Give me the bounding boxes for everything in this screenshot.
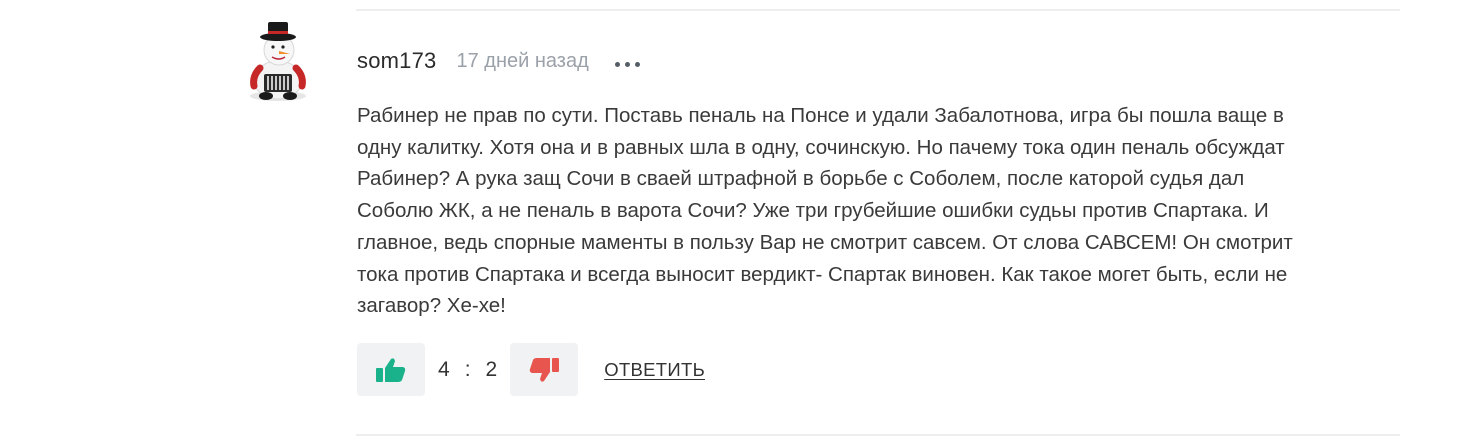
more-dots-icon [624,61,630,67]
dislikes-count: 2 [485,357,498,381]
more-dots-icon [614,61,620,67]
comment-text: Рабинер не прав по сути. Поставь пеналь … [357,104,1293,318]
divider-top [356,9,1400,11]
score-separator: : [464,357,471,381]
avatar[interactable] [238,20,318,102]
more-options-button[interactable] [614,43,640,79]
more-dots-icon [634,61,640,67]
thumbs-up-icon [376,357,406,382]
username[interactable]: som173 [357,48,436,74]
divider-bottom [356,434,1400,436]
reply-link[interactable]: ОТВЕТИТЬ [604,359,705,381]
like-button[interactable] [357,343,425,396]
likes-count: 4 [438,357,450,381]
thumbs-down-icon [529,357,560,382]
snowman-avatar-icon [250,22,306,101]
comment-actions: 4 : 2 ОТВЕТИТЬ [357,343,705,396]
dislike-button[interactable] [510,343,579,396]
vote-score: 4 : 2 [438,358,497,382]
timestamp: 17 дней назад [456,49,589,72]
comment-header: som173 17 дней назад [357,46,640,76]
